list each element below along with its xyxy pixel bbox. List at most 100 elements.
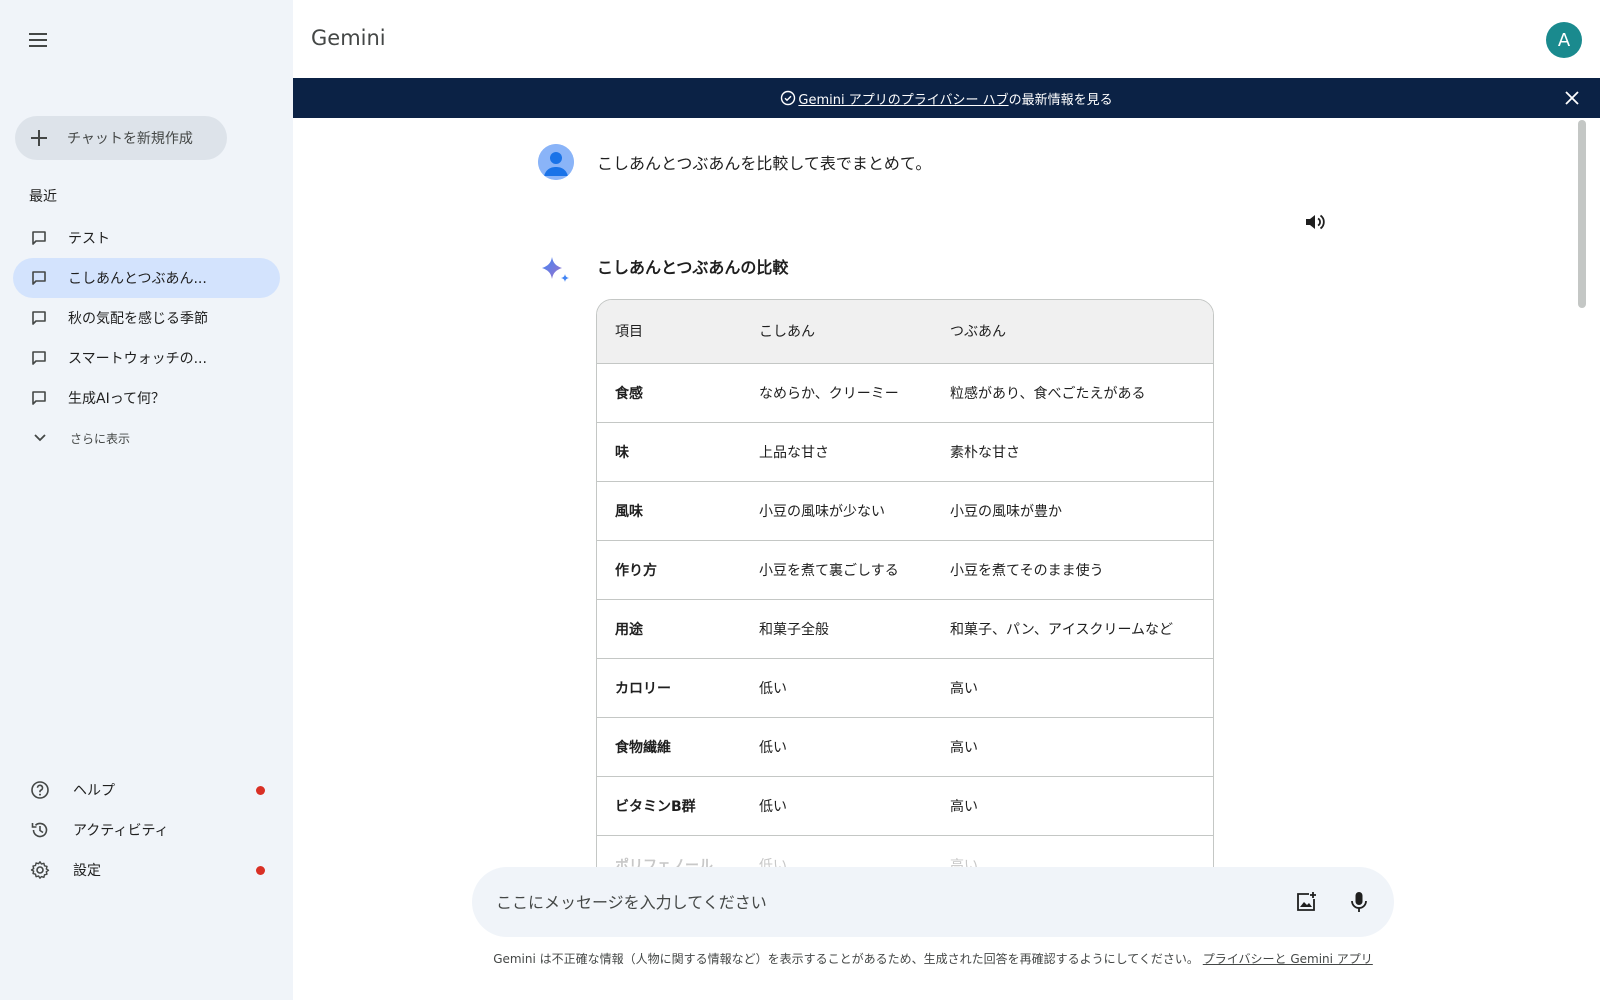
table-cell: 風味 (597, 481, 741, 541)
recent-chat-item[interactable]: 生成AIって何？ (13, 378, 280, 418)
table-row: ビタミンB群 低い 高い (597, 776, 1213, 836)
recent-heading: 最近 (29, 189, 57, 205)
privacy-banner: Gemini アプリのプライバシー ハブ の最新情報を見る (293, 78, 1600, 118)
recent-chat-item[interactable]: 秋の気配を感じる季節 (13, 298, 280, 338)
top-bar: Gemini A (293, 0, 1600, 78)
hamburger-menu-icon[interactable] (22, 24, 54, 56)
activity-label: アクティビティ (73, 823, 169, 839)
comparison-table: 項目 こしあん つぶあん 食感 なめらか、クリーミー 粒感があり、食べごたえがあ… (596, 299, 1214, 868)
table-row: 味 上品な甘さ 素朴な甘さ (597, 422, 1213, 482)
table-cell: 高い (932, 776, 1213, 836)
table-cell: 低い (741, 776, 932, 836)
help-icon (29, 779, 51, 801)
privacy-hub-link[interactable]: Gemini アプリのプライバシー ハブ (798, 89, 1008, 108)
table-header-cell: つぶあん (932, 300, 1213, 364)
chat-bubble-icon (30, 229, 48, 247)
table-cell: 食感 (597, 363, 741, 423)
banner-suffix: の最新情報を見る (1008, 92, 1113, 108)
speaker-icon[interactable] (1301, 208, 1329, 236)
table-cell: 高い (932, 717, 1213, 777)
table-cell: 食物繊維 (597, 717, 741, 777)
chat-bubble-icon (30, 389, 48, 407)
table-cell: 小豆の風味が豊か (932, 481, 1213, 541)
recent-chat-item[interactable]: スマートウォッチの... (13, 338, 280, 378)
history-icon (29, 819, 51, 841)
table-header-cell: こしあん (741, 300, 932, 364)
scrollbar-thumb[interactable] (1578, 120, 1586, 308)
close-icon[interactable] (1562, 88, 1582, 108)
chat-bubble-icon (30, 349, 48, 367)
chat-bubble-icon (30, 269, 48, 287)
recent-chat-item[interactable]: テスト (13, 218, 280, 258)
user-message: こしあんとつぶあんを比較して表でまとめて。 (597, 154, 932, 173)
table-cell: 高い (932, 835, 1213, 868)
table-cell: 小豆を煮て裏ごしする (741, 540, 932, 600)
help-label: ヘルプ (73, 783, 115, 799)
show-more-button[interactable]: さらに表示 (13, 418, 280, 458)
table-cell: ポリフェノール (597, 835, 741, 868)
chevron-down-icon (32, 430, 48, 446)
table-header-row: 項目 こしあん つぶあん (597, 300, 1213, 364)
table-cell: 低い (741, 717, 932, 777)
prompt-input[interactable] (496, 887, 1256, 917)
recent-list: テスト こしあんとつぶあん... 秋の気配を感じる季節 スマートウォッチの...… (13, 218, 280, 458)
sidebar-bottom-list: ヘルプ アクティビティ 設定 (15, 770, 280, 890)
new-chat-button[interactable]: チャットを新規作成 (15, 116, 227, 160)
add-image-icon[interactable] (1292, 888, 1320, 916)
privacy-link[interactable]: プライバシーと Gemini アプリ (1203, 952, 1373, 966)
sidebar-item-help[interactable]: ヘルプ (15, 770, 280, 810)
table-cell: 素朴な甘さ (932, 422, 1213, 482)
disclaimer: Gemini は不正確な情報（人物に関する情報など）を表示することがあるため、生… (472, 950, 1394, 968)
user-avatar (538, 144, 574, 180)
table-row: カロリー 低い 高い (597, 658, 1213, 718)
verified-check-icon (780, 90, 796, 106)
table-cell: 小豆の風味が少ない (741, 481, 932, 541)
recent-chat-label: スマートウォッチの... (68, 351, 207, 367)
microphone-icon[interactable] (1345, 888, 1373, 916)
sidebar-item-settings[interactable]: 設定 (15, 850, 280, 890)
table-cell: 高い (932, 658, 1213, 718)
table-row: 作り方 小豆を煮て裏ごしする 小豆を煮てそのまま使う (597, 540, 1213, 600)
table-cell: 味 (597, 422, 741, 482)
table-cell: 粒感があり、食べごたえがある (932, 363, 1213, 423)
table-cell: 作り方 (597, 540, 741, 600)
notification-dot (256, 786, 265, 795)
disclaimer-text: Gemini は不正確な情報（人物に関する情報など）を表示することがあるため、生… (493, 952, 1199, 966)
table-row: 食物繊維 低い 高い (597, 717, 1213, 777)
prompt-input-container (472, 867, 1394, 937)
table-row: 用途 和菓子全般 和菓子、パン、アイスクリームなど (597, 599, 1213, 659)
table-row: 食感 なめらか、クリーミー 粒感があり、食べごたえがある (597, 363, 1213, 423)
table-cell: 和菓子全般 (741, 599, 932, 659)
response-title: こしあんとつぶあんの比較 (597, 258, 789, 277)
table-row: 風味 小豆の風味が少ない 小豆の風味が豊か (597, 481, 1213, 541)
table-cell: 小豆を煮てそのまま使う (932, 540, 1213, 600)
conversation-area: こしあんとつぶあんを比較して表でまとめて。 こしあんとつぶあんの比較 項目 こし… (293, 118, 1600, 868)
plus-icon (29, 128, 49, 148)
show-more-label: さらに表示 (70, 431, 131, 446)
recent-chat-item-active[interactable]: こしあんとつぶあん... (13, 258, 280, 298)
new-chat-label: チャットを新規作成 (67, 131, 193, 147)
recent-chat-label: テスト (68, 231, 110, 247)
account-avatar[interactable]: A (1546, 22, 1582, 58)
table-cell: 用途 (597, 599, 741, 659)
notification-dot (256, 866, 265, 875)
table-header-cell: 項目 (597, 300, 741, 364)
gear-icon (29, 859, 51, 881)
table-cell: 和菓子、パン、アイスクリームなど (932, 599, 1213, 659)
table-row: ポリフェノール 低い 高い (597, 835, 1213, 868)
gemini-spark-icon (538, 254, 572, 288)
chat-bubble-icon (30, 309, 48, 327)
recent-chat-label: こしあんとつぶあん... (68, 271, 207, 287)
table-cell: なめらか、クリーミー (741, 363, 932, 423)
table-cell: カロリー (597, 658, 741, 718)
sidebar-item-activity[interactable]: アクティビティ (15, 810, 280, 850)
table-cell: ビタミンB群 (597, 776, 741, 836)
app-title: Gemini (311, 26, 386, 50)
table-cell: 低い (741, 835, 932, 868)
recent-chat-label: 秋の気配を感じる季節 (68, 311, 208, 327)
table-cell: 低い (741, 658, 932, 718)
recent-chat-label: 生成AIって何？ (68, 391, 166, 407)
table-cell: 上品な甘さ (741, 422, 932, 482)
sidebar: チャットを新規作成 最近 テスト こしあんとつぶあん... 秋の気配を感じる季節 (0, 0, 293, 1000)
settings-label: 設定 (73, 863, 101, 879)
